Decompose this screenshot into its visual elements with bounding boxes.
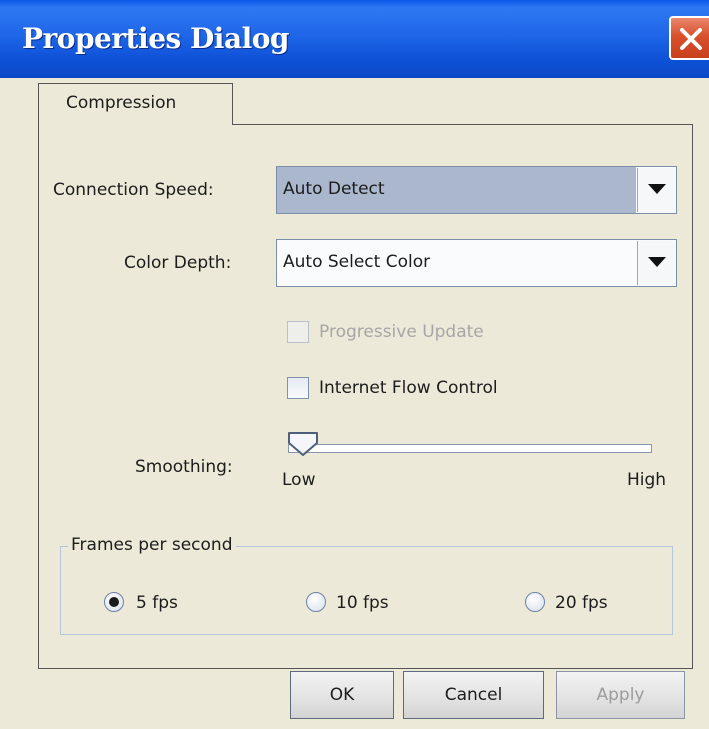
close-icon [680, 28, 702, 50]
ok-button[interactable]: OK [290, 671, 394, 719]
connection-speed-label: Connection Speed: [53, 180, 214, 200]
progressive-update-label: Progressive Update [319, 322, 484, 342]
color-depth-label: Color Depth: [124, 253, 232, 273]
radio-5-fps-label: 5 fps [136, 593, 178, 613]
cancel-button[interactable]: Cancel [403, 671, 544, 719]
apply-button[interactable]: Apply [556, 671, 685, 719]
progressive-update-checkbox[interactable] [287, 321, 309, 343]
smoothing-min-label: Low [282, 470, 316, 490]
radio-20-fps[interactable] [525, 592, 545, 612]
chevron-down-icon[interactable] [637, 241, 675, 285]
radio-10-fps[interactable] [306, 592, 326, 612]
radio-5-fps[interactable] [104, 592, 124, 612]
smoothing-label: Smoothing: [135, 457, 233, 477]
radio-20-fps-label: 20 fps [555, 593, 608, 613]
connection-speed-dropdown[interactable]: Auto Detect [276, 166, 677, 214]
title-bar[interactable]: Properties Dialog [0, 0, 709, 78]
frames-per-second-title: Frames per second [68, 535, 236, 555]
tab-compression[interactable]: Compression [38, 83, 233, 125]
color-depth-dropdown[interactable]: Auto Select Color [276, 239, 677, 287]
tab-compression-label: Compression [66, 93, 177, 113]
smoothing-slider-track[interactable] [288, 444, 652, 453]
window-title: Properties Dialog [22, 22, 289, 55]
smoothing-max-label: High [627, 470, 667, 490]
chevron-down-icon[interactable] [637, 168, 675, 212]
smoothing-slider-thumb[interactable] [287, 431, 319, 457]
frames-per-second-group [60, 546, 673, 635]
color-depth-value: Auto Select Color [283, 252, 431, 272]
close-button[interactable] [669, 16, 709, 60]
internet-flow-control-checkbox[interactable] [287, 377, 309, 399]
radio-10-fps-label: 10 fps [336, 593, 389, 613]
internet-flow-control-label: Internet Flow Control [319, 378, 498, 398]
connection-speed-value: Auto Detect [277, 167, 636, 213]
properties-dialog: Properties Dialog Compression Connection… [0, 0, 709, 729]
